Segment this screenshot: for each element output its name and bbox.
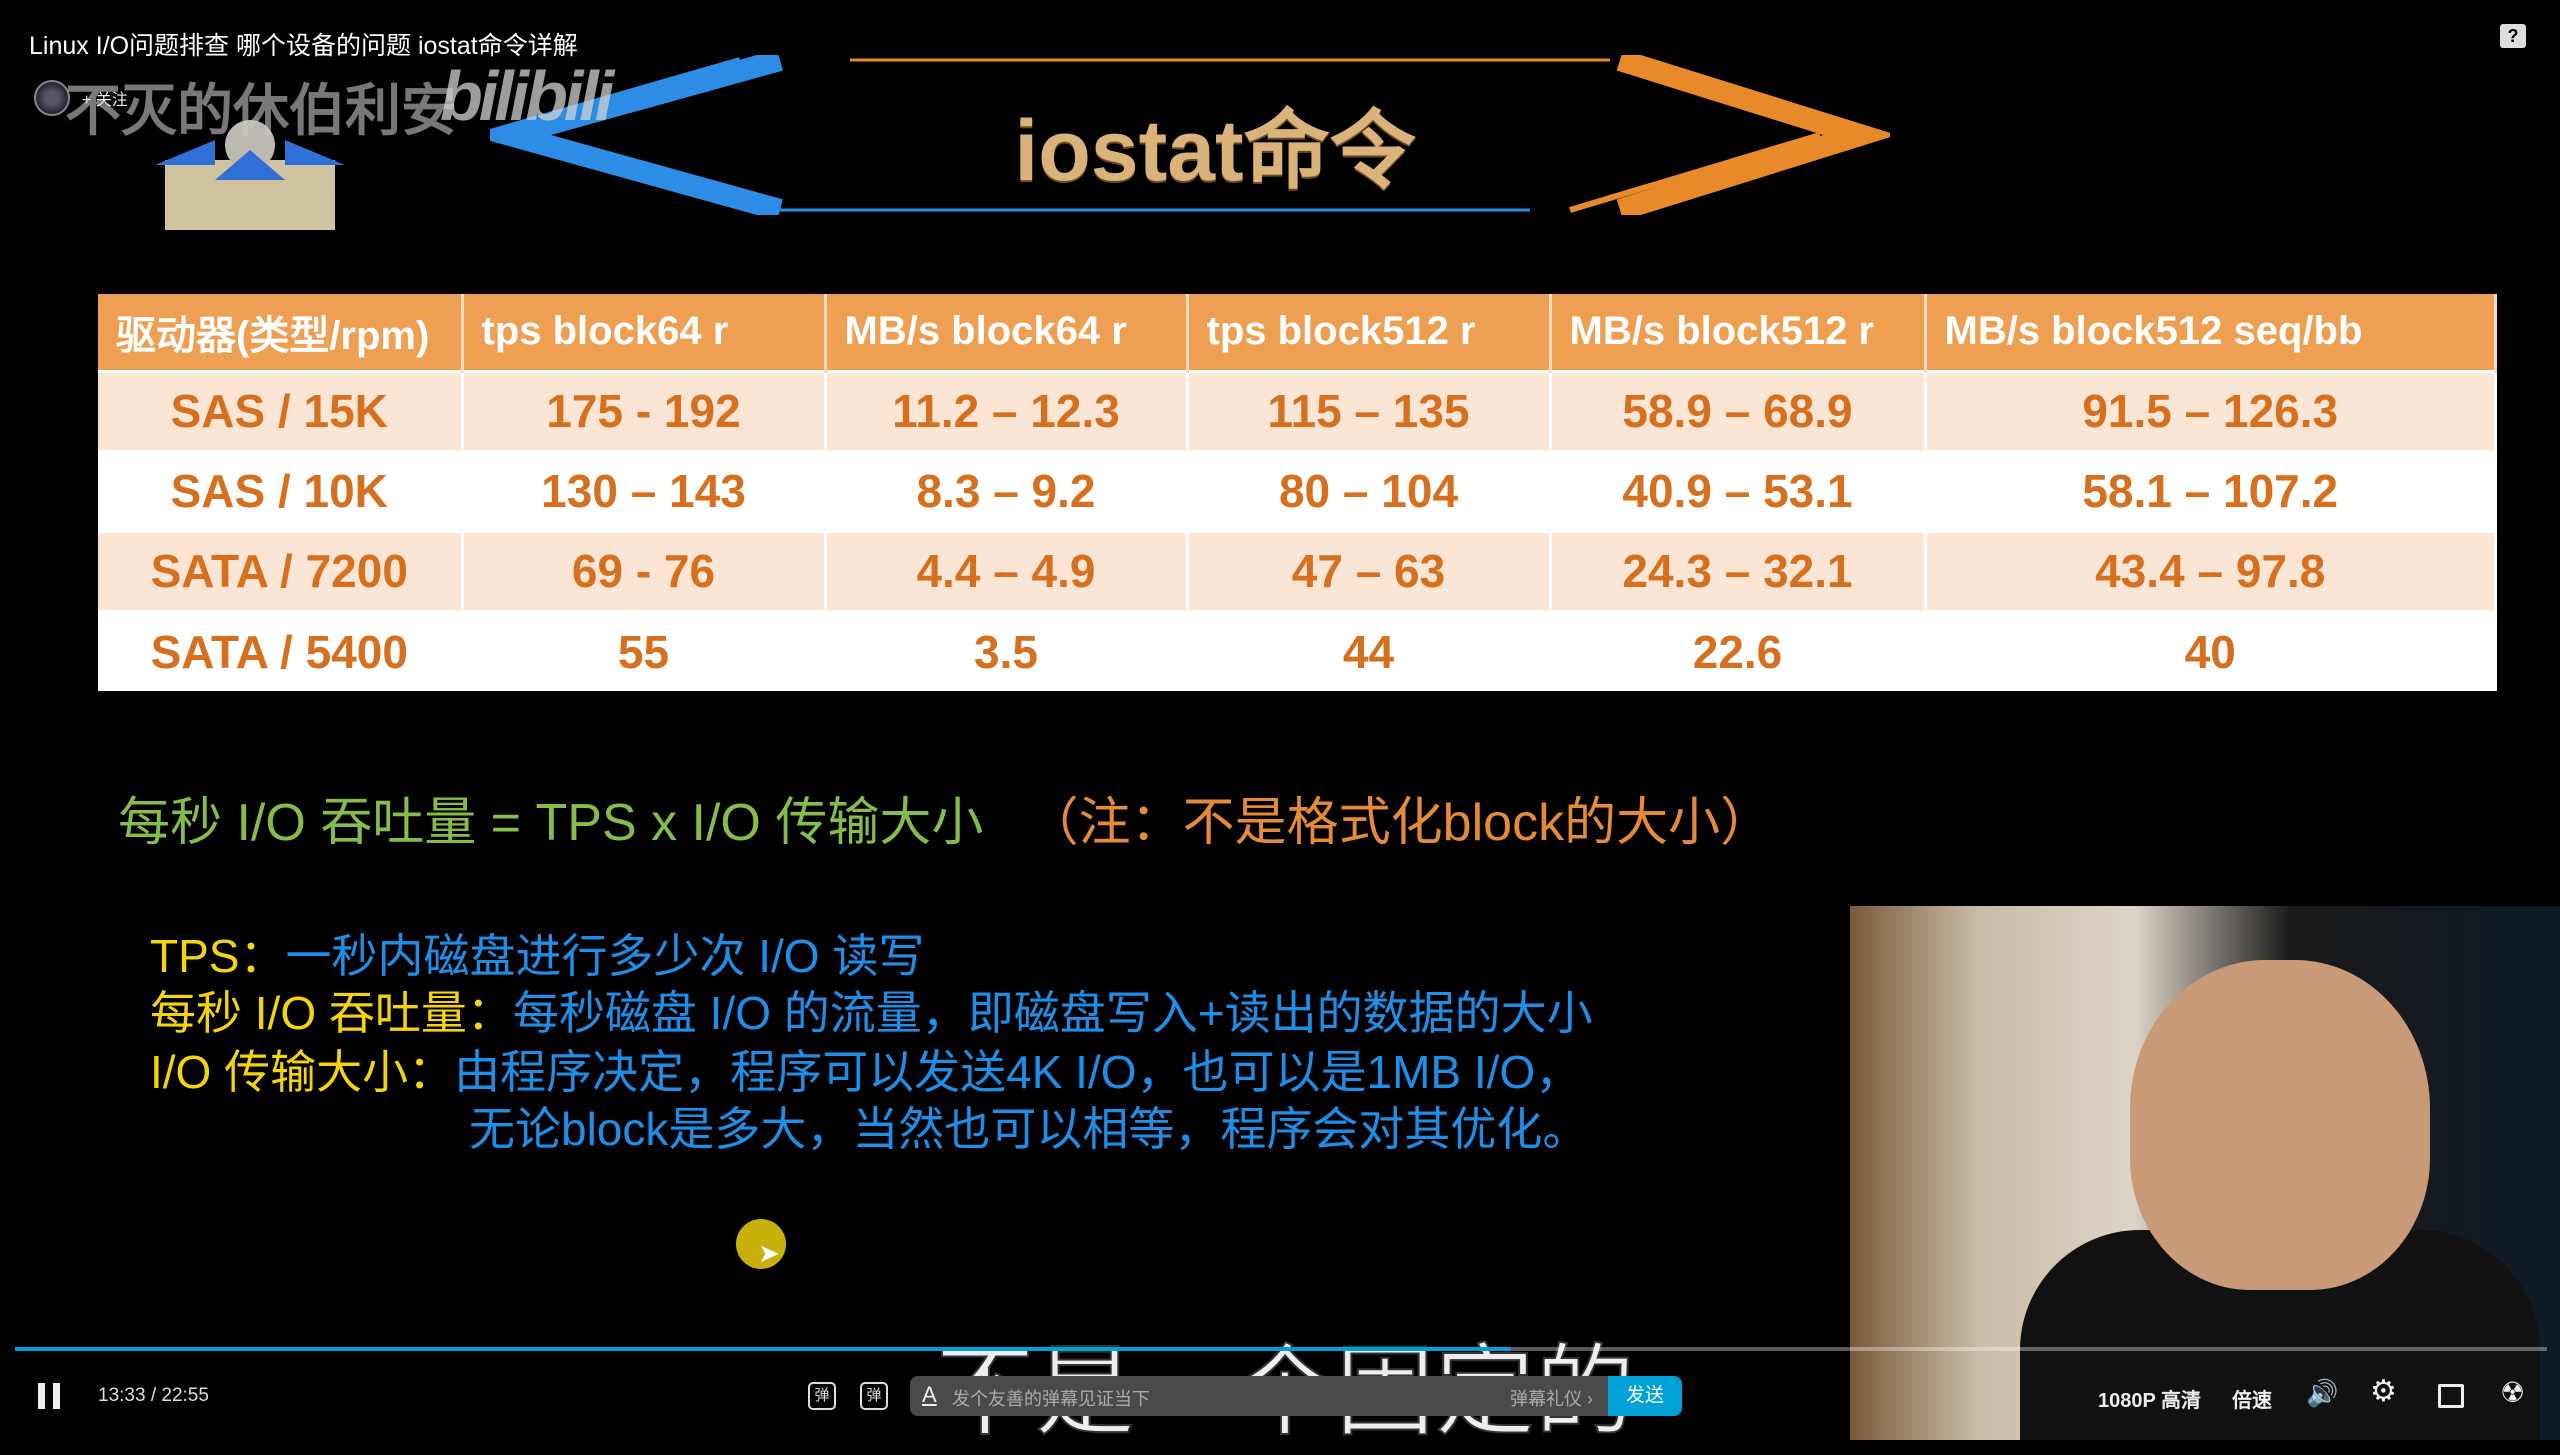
slide-heading: iostat命令: [1014, 103, 1416, 199]
drive-type-cell: SAS / 10K: [98, 449, 464, 531]
current-time: 13:33: [98, 1385, 146, 1406]
drive-type-cell: SAS / 15K: [98, 369, 464, 451]
table-cell: 47 – 63: [1187, 529, 1552, 611]
column-header: MB/s block64 r: [825, 294, 1189, 371]
send-danmaku-button[interactable]: 发送: [1608, 1376, 1682, 1416]
progress-fill: [15, 1347, 1512, 1351]
table-cell: 44: [1187, 609, 1552, 691]
definition-throughput: 每秒 I/O 吞吐量：每秒磁盘 I/O 的流量，即磁盘写入+读出的数据的大小: [150, 977, 1593, 1043]
table-row: SAS / 10K 130 – 143 8.3 – 9.2 80 – 104 40.9 …: [98, 449, 2497, 531]
presenter-face: [2130, 960, 2430, 1290]
picture-in-picture-icon[interactable]: [2438, 1384, 2464, 1408]
fullscreen-icon[interactable]: ☢: [2500, 1376, 2525, 1409]
drive-type-cell: SATA / 7200: [98, 529, 464, 611]
table-cell: 22.6: [1550, 609, 1927, 691]
definition-text: 一秒内磁盘进行多少次 I/O 读写: [285, 930, 925, 982]
time-display: 13:33 / 22:55: [98, 1385, 209, 1406]
table-row: SAS / 15K 175 - 192 11.2 – 12.3 115 – 135 58…: [98, 369, 2497, 451]
quality-selector[interactable]: 1080P 高清: [2098, 1384, 2201, 1413]
table-cell: 115 – 135: [1187, 369, 1552, 451]
table-cell: 40.9 – 53.1: [1550, 449, 1927, 531]
table-cell: 91.5 – 126.3: [1925, 369, 2497, 451]
drive-performance-table: 驱动器(类型/rpm) tps block64 r MB/s block64 r…: [98, 294, 2497, 691]
table-row: SATA / 7200 69 - 76 4.4 – 4.9 47 – 63 24.3 –…: [98, 529, 2497, 611]
definition-text: 由程序决定，程序可以发送4K I/O，也可以是1MB I/O，: [454, 1046, 1582, 1098]
table-cell: 43.4 – 97.8: [1925, 529, 2497, 611]
definition-term: TPS：: [150, 930, 286, 982]
definition-term: I/O 传输大小：: [150, 1046, 455, 1098]
danmaku-settings-icon[interactable]: 弹: [860, 1382, 888, 1410]
table-cell: 24.3 – 32.1: [1550, 529, 1927, 611]
table-cell: 8.3 – 9.2: [825, 449, 1189, 531]
settings-gear-icon[interactable]: ⚙: [2370, 1374, 2397, 1409]
definition-term: 每秒 I/O 吞吐量：: [150, 987, 513, 1039]
danmaku-toggle-icon[interactable]: 弹: [808, 1382, 836, 1410]
table-cell: 58.1 – 107.2: [1925, 449, 2497, 531]
progress-bar[interactable]: [15, 1347, 2547, 1351]
table-cell: 11.2 – 12.3: [825, 369, 1189, 451]
help-icon[interactable]: ?: [2500, 24, 2526, 48]
table-cell: 69 - 76: [462, 529, 827, 611]
speed-selector[interactable]: 倍速: [2232, 1384, 2272, 1413]
pause-button[interactable]: [38, 1383, 60, 1409]
table-cell: 3.5: [825, 609, 1189, 691]
definition-text: 每秒磁盘 I/O 的流量，即磁盘写入+读出的数据的大小: [512, 987, 1593, 1039]
table-row: SATA / 5400 55 3.5 44 22.6 40: [98, 609, 2497, 691]
table-cell: 40: [1925, 609, 2497, 691]
formula-note: （注：不是格式化block的大小）: [1026, 794, 1773, 852]
volume-icon[interactable]: 🔊: [2306, 1378, 2338, 1409]
formula-main: 每秒 I/O 吞吐量 = TPS x I/O 传输大小: [118, 794, 984, 852]
table-cell: 58.9 – 68.9: [1550, 369, 1927, 451]
table-cell: 130 – 143: [462, 449, 827, 531]
table-cell: 55: [462, 609, 827, 691]
danmaku-etiquette-link[interactable]: 弹幕礼仪 ›: [1510, 1385, 1593, 1411]
table-cell: 4.4 – 4.9: [825, 529, 1189, 611]
table-cell: 80 – 104: [1187, 449, 1552, 531]
table-header-row: 驱动器(类型/rpm) tps block64 r MB/s block64 r…: [98, 294, 2497, 371]
danmaku-input[interactable]: A 发个友善的弹幕见证当下 弹幕礼仪 › 发送: [910, 1376, 1682, 1416]
definition-io-size-cont: 无论block是多大，当然也可以相等，程序会对其优化。: [469, 1093, 1588, 1159]
table-cell: 175 - 192: [462, 369, 827, 451]
column-header: tps block512 r: [1187, 294, 1552, 371]
column-header: MB/s block512 seq/bb: [1925, 294, 2497, 371]
column-header: 驱动器(类型/rpm): [98, 294, 464, 371]
bilibili-logo: bilibili: [440, 57, 614, 135]
definition-text: 无论block是多大，当然也可以相等，程序会对其优化。: [469, 1103, 1589, 1155]
throughput-formula: 每秒 I/O 吞吐量 = TPS x I/O 传输大小 （注：不是格式化bloc…: [118, 780, 1772, 855]
danmaku-placeholder: 发个友善的弹幕见证当下: [952, 1389, 1150, 1409]
duration: 22:55: [161, 1385, 209, 1406]
column-header: tps block64 r: [462, 294, 827, 371]
drive-type-cell: SATA / 5400: [98, 609, 464, 691]
column-header: MB/s block512 r: [1550, 294, 1927, 371]
follow-button[interactable]: + 关注: [82, 86, 128, 110]
danmaku-style-icon[interactable]: A: [922, 1382, 937, 1408]
mouse-cursor-icon: ➤: [758, 1238, 780, 1268]
